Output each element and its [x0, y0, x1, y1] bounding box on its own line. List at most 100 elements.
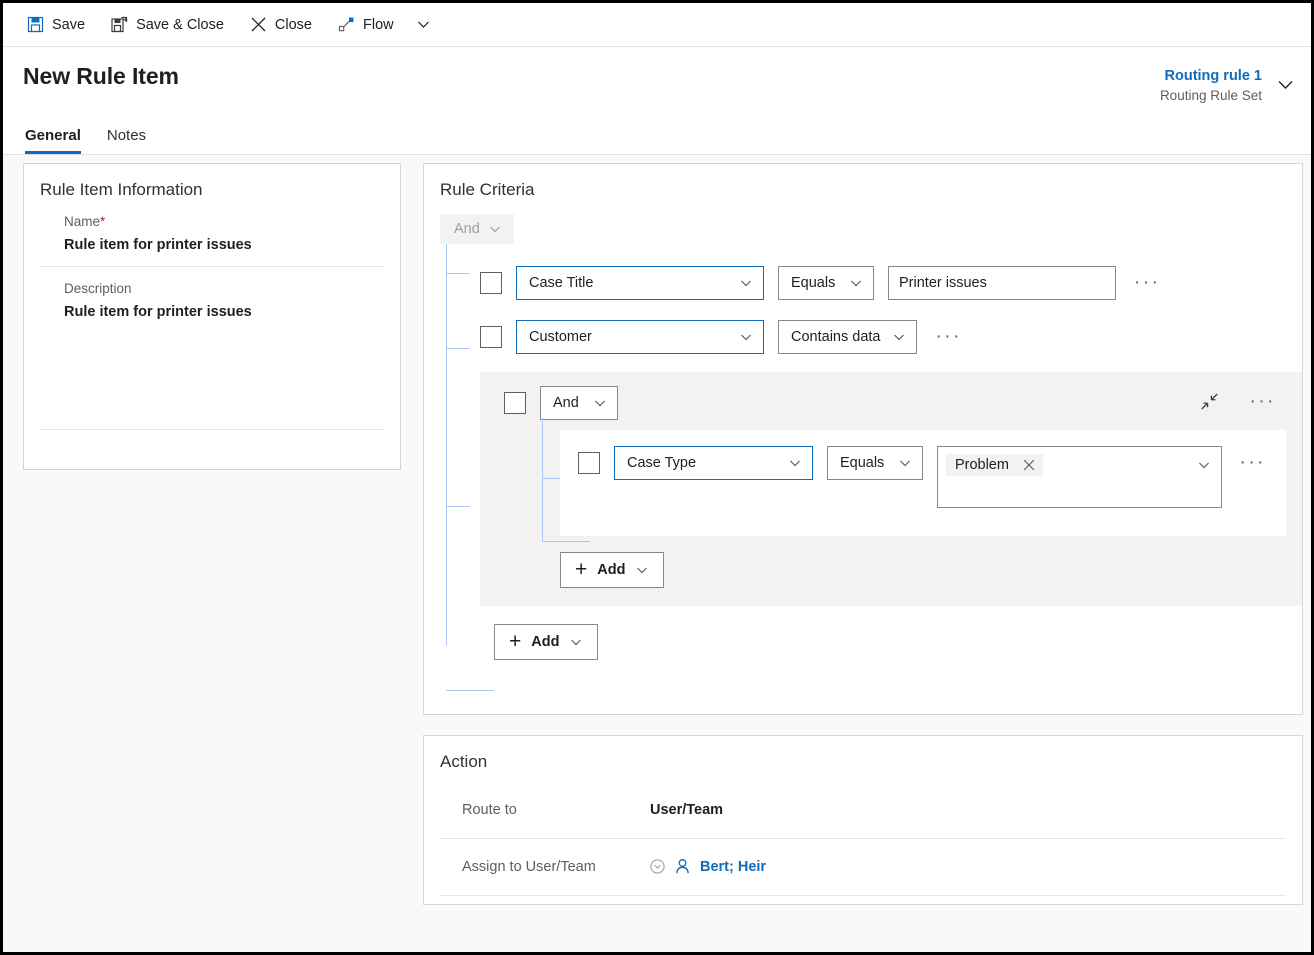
description-field: Description Rule item for printer issues	[64, 267, 384, 429]
route-to-value[interactable]: User/Team	[636, 802, 723, 818]
tab-notes[interactable]: Notes	[107, 127, 146, 154]
chevron-down-icon	[416, 17, 431, 32]
tab-general-label: General	[25, 126, 81, 144]
close-button-label: Close	[274, 16, 312, 33]
action-rows: Route to User/Team Assign to User/Team B…	[424, 772, 1302, 896]
chevron-down-icon	[488, 222, 502, 236]
value-chip: Problem	[945, 453, 1043, 476]
command-bar-overflow-button[interactable]	[408, 7, 439, 43]
chevron-down-icon	[1197, 458, 1211, 472]
rule-criteria-title: Rule Criteria	[440, 179, 535, 199]
criteria-rows: Case Title Equals Printer issues ··· Cus…	[440, 244, 1302, 691]
description-label: Description	[64, 280, 132, 296]
row-checkbox[interactable]	[578, 451, 600, 474]
field-divider-bottom	[40, 428, 384, 430]
operator-value: Contains data	[791, 328, 881, 345]
row-more-button[interactable]: ···	[1236, 446, 1270, 480]
row-checkbox[interactable]	[480, 325, 502, 348]
rule-criteria-card: Rule Criteria And Case Title Equals Prin…	[423, 162, 1303, 715]
attribute-dropdown[interactable]: Case Type	[614, 445, 813, 480]
plus-icon: +	[575, 558, 588, 582]
group-branch-line-add	[542, 540, 590, 542]
chevron-down-icon	[898, 456, 912, 470]
value-input[interactable]: Printer issues	[888, 265, 1116, 300]
root-operator-dropdown[interactable]: And	[440, 213, 514, 244]
save-and-close-label: Save & Close	[136, 16, 224, 33]
close-icon	[250, 16, 267, 33]
tree-branch-line-add	[446, 689, 494, 691]
required-marker: *	[100, 213, 106, 229]
close-icon[interactable]	[1023, 459, 1035, 471]
close-button[interactable]: Close	[238, 7, 324, 43]
flow-icon	[338, 16, 355, 33]
group-add-button[interactable]: + Add	[560, 551, 665, 588]
record-type-label: Routing Rule Set	[1159, 87, 1262, 103]
description-input[interactable]: Rule item for printer issues	[64, 296, 384, 333]
save-and-close-button[interactable]: Save & Close	[99, 7, 236, 43]
chevron-down-icon	[593, 396, 607, 410]
collapse-icon	[1200, 392, 1219, 411]
action-title: Action	[440, 751, 488, 771]
chevron-down-icon	[1276, 75, 1295, 94]
chevron-down-icon	[849, 276, 863, 290]
tree-branch-line	[446, 347, 470, 349]
operator-dropdown[interactable]: Contains data	[778, 319, 918, 354]
criteria-row-case-title: Case Title Equals Printer issues ···	[480, 256, 1302, 310]
route-to-row: Route to User/Team	[440, 782, 1286, 838]
group-collapse-button[interactable]	[1200, 392, 1220, 412]
chevron-down-icon	[788, 456, 802, 470]
form-body: Rule Item Information Name* Rule item fo…	[3, 154, 1311, 952]
group-add-label: Add	[597, 561, 626, 578]
form-header: New Rule Item Routing rule 1 Routing Rul…	[3, 47, 1311, 155]
header-expand-button[interactable]	[1276, 67, 1295, 94]
save-icon	[27, 16, 44, 33]
criteria-group: And ··· Case Type Equals Problem ··· + A…	[480, 371, 1302, 606]
row-more-button[interactable]: ···	[1130, 266, 1164, 300]
row-more-button[interactable]: ···	[931, 320, 965, 354]
right-column: Rule Criteria And Case Title Equals Prin…	[423, 162, 1303, 952]
assign-to-lookup[interactable]: Bert; Heir	[636, 858, 766, 875]
attribute-value: Customer	[529, 328, 592, 345]
group-header: And ···	[504, 385, 1286, 420]
plus-icon: +	[509, 630, 522, 654]
chevron-down-icon	[892, 330, 906, 344]
action-card: Action Route to User/Team Assign to User…	[423, 734, 1303, 905]
attribute-dropdown[interactable]: Customer	[516, 319, 764, 354]
rule-item-form: Save Save & Close Close Flow New Rule It…	[3, 3, 1311, 952]
record-name-link[interactable]: Routing rule 1	[1160, 67, 1262, 87]
flow-button[interactable]: Flow	[326, 7, 406, 43]
assign-to-value: Bert; Heir	[700, 858, 767, 875]
group-operator-value: And	[553, 394, 579, 411]
tab-notes-label: Notes	[106, 126, 147, 144]
root-add-row: + Add	[494, 623, 1302, 660]
chevron-down-icon	[569, 635, 583, 649]
attribute-dropdown[interactable]: Case Title	[516, 265, 764, 300]
operator-dropdown[interactable]: Equals	[826, 445, 923, 480]
operator-dropdown[interactable]: Equals	[778, 265, 874, 300]
name-field: Name* Rule item for printer issues	[64, 200, 384, 266]
name-input[interactable]: Rule item for printer issues	[64, 229, 384, 266]
criteria-row-customer: Customer Contains data ···	[480, 310, 1302, 364]
group-checkbox[interactable]	[504, 391, 526, 414]
save-and-close-icon	[111, 16, 128, 33]
operator-value: Equals	[791, 274, 836, 291]
form-tabs: General Notes	[25, 105, 1295, 154]
group-operator-dropdown[interactable]: And	[540, 385, 618, 420]
operator-value: Equals	[839, 454, 885, 471]
assign-to-row: Assign to User/Team Bert; Heir	[440, 839, 1286, 895]
rule-item-information-card: Rule Item Information Name* Rule item fo…	[23, 162, 401, 470]
root-add-button[interactable]: + Add	[494, 623, 599, 660]
attribute-value: Case Title	[529, 274, 594, 291]
save-button-label: Save	[52, 16, 86, 33]
chevron-down-icon	[739, 276, 753, 290]
tab-general[interactable]: General	[25, 127, 81, 154]
group-more-button[interactable]: ···	[1246, 391, 1280, 412]
chevron-down-icon	[739, 330, 753, 344]
row-checkbox[interactable]	[480, 271, 502, 294]
group-inner-rows: Case Type Equals Problem ···	[504, 420, 1286, 536]
lookup-icon	[650, 859, 665, 874]
chevron-down-icon	[635, 563, 649, 577]
criteria-row-case-type: Case Type Equals Problem ···	[560, 429, 1286, 536]
value-multiselect[interactable]: Problem	[936, 445, 1222, 508]
save-button[interactable]: Save	[15, 7, 97, 43]
